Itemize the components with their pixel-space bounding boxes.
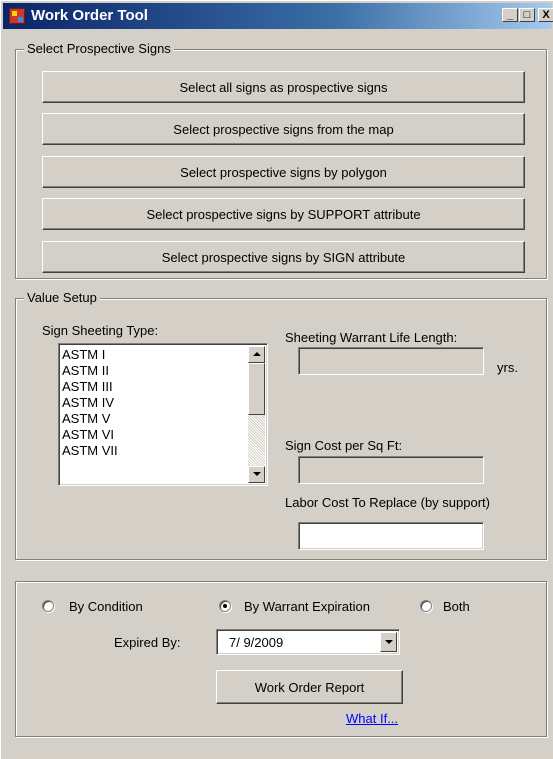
labor-cost-field[interactable]: [298, 522, 484, 550]
sheeting-list-scrollbar[interactable]: [248, 346, 265, 483]
work-order-window: Work Order Tool _ □ X Select Prospective…: [0, 0, 553, 759]
expired-by-label: Expired By:: [114, 635, 181, 650]
by-warrant-expiration-label[interactable]: By Warrant Expiration: [244, 599, 370, 614]
arrow-down-icon: [253, 472, 261, 476]
arrow-up-icon: [253, 352, 261, 356]
close-button[interactable]: X: [538, 8, 553, 22]
sheeting-type-listbox[interactable]: ASTM I ASTM II ASTM III ASTM IV ASTM V A…: [58, 343, 268, 486]
scroll-thumb[interactable]: [248, 363, 265, 415]
title-bar[interactable]: Work Order Tool _ □ X: [3, 3, 553, 29]
by-condition-radio[interactable]: [42, 600, 54, 612]
window-title: Work Order Tool: [31, 7, 148, 24]
select-signs-by-support-button[interactable]: Select prospective signs by SUPPORT attr…: [42, 198, 525, 230]
what-if-link[interactable]: What If...: [346, 711, 398, 726]
list-item[interactable]: ASTM I: [62, 347, 245, 363]
scroll-up-button[interactable]: [248, 346, 265, 363]
expired-by-date-picker[interactable]: 7/ 9/2009: [216, 629, 400, 655]
list-item[interactable]: ASTM V: [62, 411, 245, 427]
sign-cost-label: Sign Cost per Sq Ft:: [285, 438, 403, 453]
app-icon: [9, 8, 25, 24]
expired-by-date-value: 7/ 9/2009: [229, 635, 284, 650]
warrant-life-field[interactable]: [298, 347, 484, 375]
select-signs-from-map-button[interactable]: Select prospective signs from the map: [42, 113, 525, 145]
radio-selected-dot: [223, 604, 227, 608]
both-radio[interactable]: [420, 600, 432, 612]
value-setup-legend: Value Setup: [24, 290, 100, 305]
by-warrant-expiration-radio[interactable]: [219, 600, 231, 612]
work-order-report-button[interactable]: Work Order Report: [216, 670, 403, 704]
prospective-signs-legend: Select Prospective Signs: [24, 41, 174, 56]
date-dropdown-button[interactable]: [380, 632, 397, 652]
minimize-button[interactable]: _: [502, 8, 518, 22]
labor-cost-label: Labor Cost To Replace (by support): [285, 495, 490, 510]
maximize-button[interactable]: □: [519, 8, 535, 22]
by-condition-label[interactable]: By Condition: [69, 599, 143, 614]
sign-cost-field[interactable]: [298, 456, 484, 484]
warrant-life-unit: yrs.: [497, 360, 518, 375]
select-all-signs-button[interactable]: Select all signs as prospective signs: [42, 71, 525, 103]
scroll-down-button[interactable]: [248, 466, 265, 483]
select-signs-by-polygon-button[interactable]: Select prospective signs by polygon: [42, 156, 525, 188]
list-item[interactable]: ASTM VI: [62, 427, 245, 443]
list-item[interactable]: ASTM VII: [62, 443, 245, 459]
chevron-down-icon: [385, 640, 393, 644]
list-item[interactable]: ASTM II: [62, 363, 245, 379]
both-label[interactable]: Both: [443, 599, 470, 614]
list-item[interactable]: ASTM IV: [62, 395, 245, 411]
sheeting-type-label: Sign Sheeting Type:: [42, 323, 159, 338]
list-item[interactable]: ASTM III: [62, 379, 245, 395]
select-signs-by-sign-button[interactable]: Select prospective signs by SIGN attribu…: [42, 241, 525, 273]
warrant-life-label: Sheeting Warrant Life Length:: [285, 330, 458, 345]
